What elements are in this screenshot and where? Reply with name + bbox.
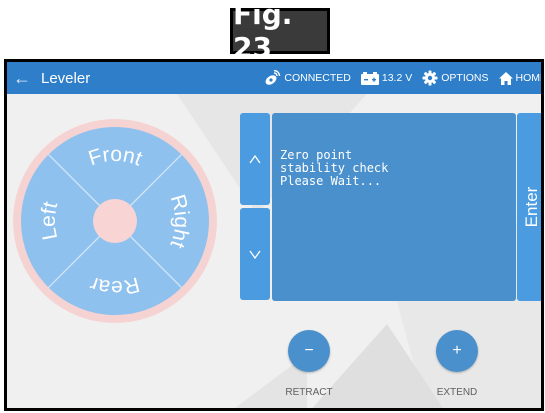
enter-label: Enter bbox=[522, 186, 541, 228]
status-bar: CONNECTED 13.2 V OPTIONS HOME bbox=[257, 62, 544, 94]
app-title: Leveler bbox=[41, 69, 91, 87]
connection-status: CONNECTED bbox=[263, 70, 351, 86]
plus-icon: + bbox=[452, 342, 462, 359]
satellite-icon bbox=[263, 70, 281, 86]
retract-button[interactable]: − bbox=[288, 330, 330, 372]
direction-pad: Front Rear Right Left bbox=[13, 119, 217, 323]
figure-label: Fig. 23 bbox=[230, 0, 330, 64]
battery-status: 13.2 V bbox=[360, 71, 413, 85]
connection-text: CONNECTED bbox=[284, 72, 351, 84]
chevron-down-icon bbox=[249, 246, 261, 263]
enter-button[interactable]: Enter bbox=[517, 113, 541, 301]
extend-label: EXTEND bbox=[436, 387, 478, 398]
message-display: Zero point stability check Please Wait..… bbox=[272, 113, 516, 301]
home-label: HOME bbox=[515, 72, 544, 84]
app-bar: ← Leveler CONNECTED 13.2 V OPTIONS HOME bbox=[7, 62, 544, 94]
extend-button[interactable]: + bbox=[436, 330, 478, 372]
home-button[interactable]: HOME bbox=[498, 71, 544, 85]
app-screen: ← Leveler CONNECTED 13.2 V OPTIONS HOME … bbox=[4, 59, 544, 411]
back-arrow-icon[interactable]: ← bbox=[7, 68, 37, 89]
up-button[interactable] bbox=[240, 113, 270, 205]
home-icon bbox=[498, 71, 513, 85]
center-button[interactable] bbox=[93, 199, 137, 243]
down-button[interactable] bbox=[240, 208, 270, 300]
battery-icon bbox=[360, 71, 379, 85]
display-line: Please Wait... bbox=[280, 174, 382, 188]
chevron-up-icon bbox=[249, 151, 261, 168]
retract-label: RETRACT bbox=[285, 387, 333, 398]
voltage-text: 13.2 V bbox=[381, 72, 413, 84]
options-label: OPTIONS bbox=[441, 72, 489, 84]
gear-icon bbox=[422, 70, 438, 86]
minus-icon: − bbox=[304, 342, 314, 359]
options-button[interactable]: OPTIONS bbox=[422, 70, 489, 86]
